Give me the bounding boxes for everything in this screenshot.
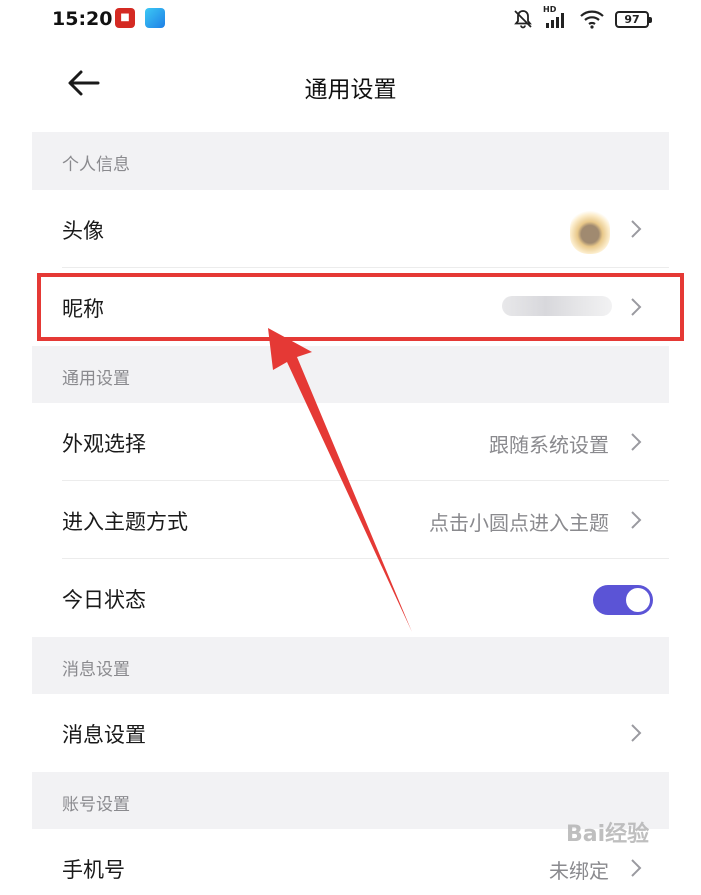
page-title: 通用设置 xyxy=(304,77,397,103)
status-bar: 15:20 ■ HD 97 xyxy=(32,0,669,40)
today-status-label: 今日状态 xyxy=(62,588,146,612)
bell-off-icon xyxy=(514,10,532,29)
chevron-right-icon xyxy=(631,724,642,742)
highlight-box xyxy=(37,273,684,341)
wifi-icon xyxy=(580,10,604,29)
theme-entry-row[interactable]: 进入主题方式 点击小圆点进入主题 xyxy=(32,481,669,559)
top-app-bar: 通用设置 xyxy=(32,40,669,132)
section-header-message: 消息设置 xyxy=(62,660,130,680)
section-header-general: 通用设置 xyxy=(62,369,130,389)
chevron-right-icon xyxy=(631,859,642,877)
theme-entry-label: 进入主题方式 xyxy=(62,510,188,534)
phone-label: 手机号 xyxy=(62,858,125,882)
status-time: 15:20 xyxy=(52,8,113,30)
status-indicators: HD 97 xyxy=(513,5,652,32)
message-settings-row[interactable]: 消息设置 xyxy=(32,694,669,772)
section-header-account: 账号设置 xyxy=(62,795,130,815)
appearance-label: 外观选择 xyxy=(62,432,146,456)
phone-value: 未绑定 xyxy=(549,859,609,883)
appearance-row[interactable]: 外观选择 跟随系统设置 xyxy=(32,403,669,481)
chevron-right-icon xyxy=(631,433,642,451)
toggle-knob xyxy=(626,588,650,612)
signal-icon: HD xyxy=(543,5,569,30)
appearance-value: 跟随系统设置 xyxy=(489,433,609,457)
chevron-right-icon xyxy=(631,220,642,238)
app-notification-icon: ■ xyxy=(115,8,135,28)
phone-screen: 15:20 ■ HD 97 通用设置 个人信息 头像 昵称 通用设置 外观选择 … xyxy=(32,0,669,895)
app-notification-icon-2 xyxy=(145,8,165,28)
watermark: Bai经验 xyxy=(566,822,650,847)
today-status-row: 今日状态 xyxy=(32,559,669,637)
battery-icon: 97 xyxy=(615,10,652,28)
chevron-right-icon xyxy=(631,511,642,529)
avatar xyxy=(570,210,610,254)
theme-entry-value: 点击小圆点进入主题 xyxy=(429,511,609,535)
avatar-row[interactable]: 头像 xyxy=(32,190,669,268)
message-settings-label: 消息设置 xyxy=(62,723,146,747)
avatar-label: 头像 xyxy=(62,219,104,243)
today-status-toggle[interactable] xyxy=(593,585,653,615)
section-header-personal: 个人信息 xyxy=(62,155,130,175)
